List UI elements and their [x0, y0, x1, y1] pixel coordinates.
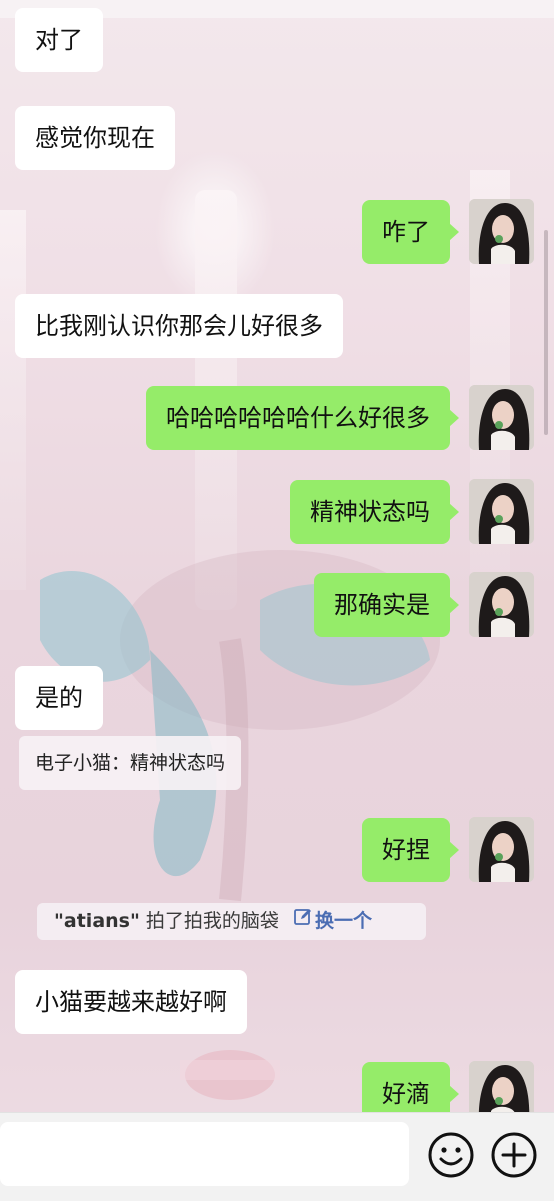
avatar[interactable] [469, 479, 534, 544]
quote-text: 电子小猫：精神状态吗 [35, 752, 226, 774]
edit-icon[interactable] [293, 903, 313, 940]
outgoing-message[interactable]: 那确实是 [314, 573, 459, 637]
plus-icon[interactable] [490, 1131, 538, 1179]
incoming-message[interactable]: 是的 [15, 666, 103, 730]
avatar[interactable] [469, 199, 534, 264]
incoming-message[interactable]: 感觉你现在 [15, 106, 175, 170]
scrollbar[interactable] [544, 230, 548, 435]
outgoing-message[interactable]: 咋了 [362, 200, 459, 264]
incoming-message[interactable]: 对了 [15, 8, 103, 72]
outgoing-message[interactable]: 精神状态吗 [290, 480, 459, 544]
outgoing-message[interactable]: 哈哈哈哈哈哈什么好很多 [146, 386, 459, 450]
pat-notice: "atians" 拍了拍我的脑袋 换一个 [37, 903, 426, 940]
avatar[interactable] [469, 817, 534, 882]
avatar[interactable] [469, 385, 534, 450]
incoming-message[interactable]: 小猫要越来越好啊 [15, 970, 247, 1034]
quoted-reply[interactable]: 电子小猫：精神状态吗 [19, 736, 242, 790]
pat-name: "atians" [54, 910, 140, 932]
avatar[interactable] [469, 572, 534, 637]
outgoing-message[interactable]: 好捏 [362, 818, 459, 882]
input-bar [0, 1112, 554, 1201]
emoji-icon[interactable] [427, 1131, 475, 1179]
message-input[interactable] [0, 1122, 409, 1186]
pat-text: 拍了拍我的脑袋 [139, 910, 279, 932]
change-pat-button[interactable]: 换一个 [315, 910, 372, 932]
incoming-message[interactable]: 比我刚认识你那会儿好很多 [15, 294, 343, 358]
